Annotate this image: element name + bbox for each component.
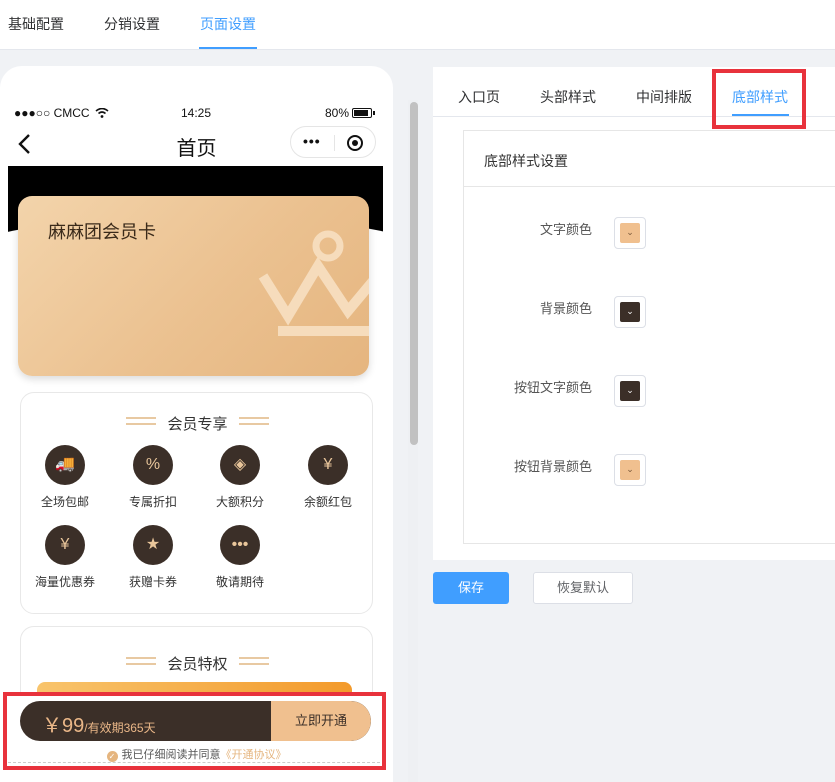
status-time: 14:25 xyxy=(181,106,212,120)
settings-header: 底部样式设置 xyxy=(464,131,835,187)
benefit-label: 余额红包 xyxy=(303,495,352,509)
benefit-coupons[interactable]: ¥ 海量优惠券 xyxy=(25,525,105,590)
settings-panel: 入口页 头部样式 中间排版 底部样式 底部样式设置 文字颜色 ⌄ 背景颜色 ⌄ … xyxy=(433,67,835,560)
chevron-down-icon: ⌄ xyxy=(626,306,634,316)
more-dots-icon: ••• xyxy=(220,525,260,565)
tab-distribution-settings[interactable]: 分销设置 xyxy=(104,14,160,34)
settings-header-title: 底部样式设置 xyxy=(484,153,568,169)
member-exclusive-section: 会员专享 🚚 全场包邮 % 专属折扣 ◈ 大额积分 ¥ 余额红包 ¥ 海量优惠券… xyxy=(20,392,373,614)
coins-icon: ◈ xyxy=(220,445,260,485)
benefit-label: 获赠卡券 xyxy=(128,575,177,589)
tab-header-style[interactable]: 头部样式 xyxy=(540,87,596,107)
wifi-icon xyxy=(95,108,109,118)
benefit-label: 全场包邮 xyxy=(40,495,89,509)
benefit-label: 专属折扣 xyxy=(128,495,177,509)
mini-program-capsule[interactable]: ••• xyxy=(290,126,376,158)
title-deco-right xyxy=(239,657,269,665)
bottom-style-settings: 底部样式设置 文字颜色 ⌄ 背景颜色 ⌄ 按钮文字颜色 ⌄ 按钮背景颜色 ⌄ xyxy=(463,130,835,544)
active-tab-indicator xyxy=(199,47,257,49)
member-card: 麻麻团会员卡 xyxy=(18,196,369,376)
battery-icon xyxy=(352,108,372,118)
benefit-label: 敬请期待 xyxy=(215,575,264,589)
tab-basic-config[interactable]: 基础配置 xyxy=(8,14,64,34)
battery-tip xyxy=(373,111,375,115)
red-packet-icon: ¥ xyxy=(308,445,348,485)
text-color-label: 文字颜色 xyxy=(539,222,592,237)
reset-default-button[interactable]: 恢复默认 xyxy=(533,572,633,604)
benefit-card-vouchers[interactable]: ★ 获赠卡券 xyxy=(113,525,193,590)
benefit-free-shipping[interactable]: 🚚 全场包邮 xyxy=(25,445,105,510)
chevron-down-icon: ⌄ xyxy=(626,227,634,237)
benefit-label: 大额积分 xyxy=(215,495,264,509)
carrier-label: ●●●○○ CMCC xyxy=(14,106,90,120)
card-title: 麻麻团会员卡 xyxy=(48,222,156,242)
save-button[interactable]: 保存 xyxy=(433,572,509,604)
benefit-coming-soon[interactable]: ••• 敬请期待 xyxy=(200,525,280,590)
scrollbar-thumb[interactable] xyxy=(410,102,418,445)
crown-watermark-icon xyxy=(258,230,369,336)
more-icon[interactable]: ••• xyxy=(303,133,321,149)
benefit-red-packet[interactable]: ¥ 余额红包 xyxy=(288,445,368,510)
discount-icon: % xyxy=(133,445,173,485)
highlight-box-bottom-bar xyxy=(3,692,386,770)
ticket-icon: ★ xyxy=(133,525,173,565)
text-color-picker[interactable]: ⌄ xyxy=(614,217,646,249)
chevron-down-icon: ⌄ xyxy=(626,464,634,474)
truck-icon: 🚚 xyxy=(45,445,85,485)
chevron-down-icon: ⌄ xyxy=(626,385,634,395)
button-text-color-picker[interactable]: ⌄ xyxy=(614,375,646,407)
phone-preview: ●●●○○ CMCC 14:25 80% 首页 ••• 麻麻团会员卡 会员专享 xyxy=(0,66,393,782)
close-target-icon[interactable] xyxy=(347,135,363,151)
section-title: 会员专享 xyxy=(167,416,228,433)
benefit-discount[interactable]: % 专属折扣 xyxy=(113,445,193,510)
benefit-label: 海量优惠券 xyxy=(34,575,95,589)
section-title: 会员特权 xyxy=(167,656,228,673)
background-color-label: 背景颜色 xyxy=(539,301,592,316)
battery-percent: 80% xyxy=(325,106,350,120)
button-text-color-label: 按钮文字颜色 xyxy=(513,380,592,395)
highlight-box-bottom-style-tab xyxy=(712,69,806,129)
tab-middle-layout[interactable]: 中间排版 xyxy=(636,87,692,107)
button-background-color-label: 按钮背景颜色 xyxy=(513,459,592,474)
button-background-color-picker[interactable]: ⌄ xyxy=(614,454,646,486)
tab-entry-page[interactable]: 入口页 xyxy=(458,87,500,107)
coupon-icon: ¥ xyxy=(45,525,85,565)
capsule-divider xyxy=(334,135,335,151)
tab-page-settings[interactable]: 页面设置 xyxy=(200,14,256,34)
status-bar: ●●●○○ CMCC 14:25 80% xyxy=(0,66,393,120)
benefit-points[interactable]: ◈ 大额积分 xyxy=(200,445,280,510)
title-deco-right xyxy=(239,417,269,425)
background-color-picker[interactable]: ⌄ xyxy=(614,296,646,328)
top-tab-bar: 基础配置 分销设置 页面设置 xyxy=(0,0,835,50)
